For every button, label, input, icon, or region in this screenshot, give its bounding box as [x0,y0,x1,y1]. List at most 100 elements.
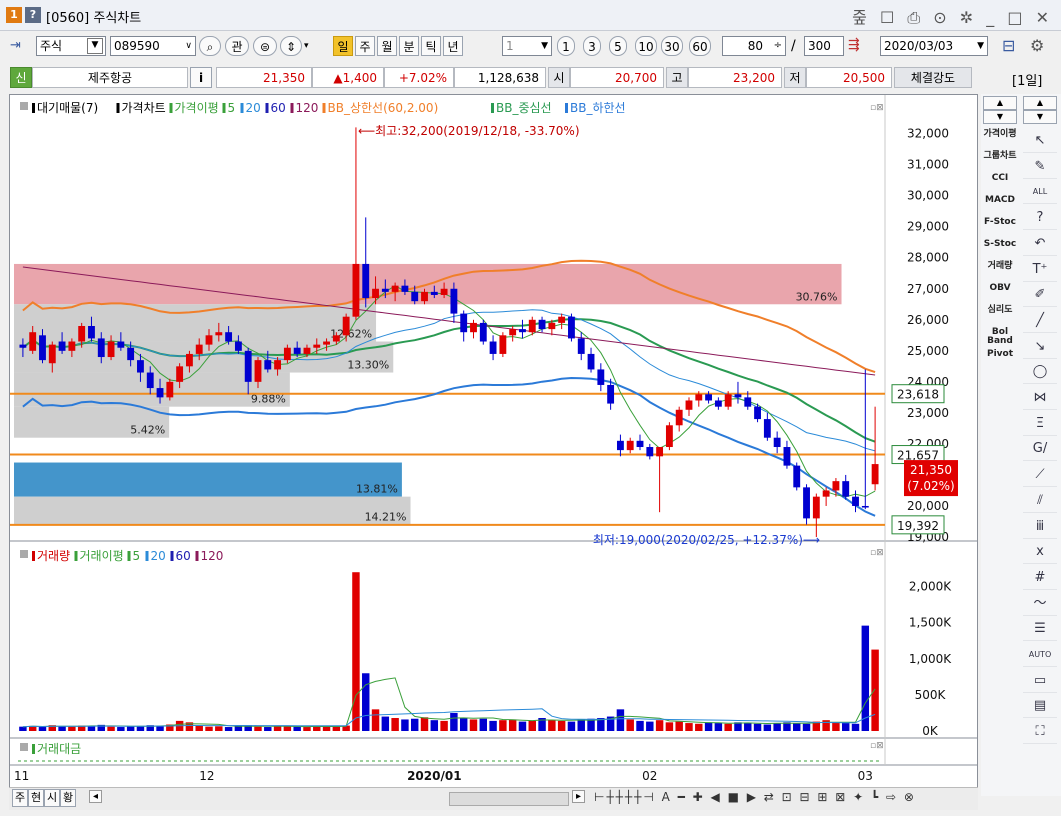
drawing-tool-icon[interactable]: T⁺ [1023,259,1057,282]
drawing-tool-icon[interactable]: # [1023,567,1057,590]
indicator-button[interactable]: 그룹차트 [983,152,1017,161]
volume-bar [744,723,752,731]
fetch-more-icon[interactable]: ⇶ [848,37,860,53]
bottom-tab[interactable]: 황 [60,789,76,807]
market-select[interactable]: 주식 ▼ [36,36,106,56]
indicator-button[interactable]: MACD [983,196,1017,205]
volume-bar [636,720,644,731]
scroll-right-icon[interactable]: ▸ [572,790,586,803]
indicator-button[interactable]: OBV [983,284,1017,293]
drawing-tool-icon[interactable]: ◯ [1023,361,1057,385]
drawing-tool-icon[interactable]: ↖ [1023,130,1057,153]
watchlist-button[interactable]: 관 [225,36,249,56]
drawing-tool-icon[interactable]: ⅹ [1023,541,1057,565]
stock-code-input[interactable]: 089590 ∨ [110,36,196,56]
indicator-button[interactable]: Pivot [983,350,1017,359]
gear-icon[interactable]: ⚙ [1030,36,1044,55]
current-price: 21,350 [216,67,312,88]
period-tab[interactable]: 일 [333,36,353,56]
help-icon[interactable]: ? [25,7,41,23]
save-chart-icon[interactable]: ⊟ [1002,36,1015,55]
tools-down-icon[interactable]: ▼ [1023,110,1057,124]
strength-label[interactable]: 체결강도 [894,67,972,88]
info-button[interactable]: i [190,67,212,88]
interval-select[interactable]: 1 ▼ [502,36,552,56]
price-tick-label: 20,000 [907,499,949,513]
stock-chart[interactable]: 30.76%12.62%13.30%9.88%5.42%13.81%14.21%… [10,95,977,795]
drawing-tool-icon[interactable]: ⋈ [1023,387,1057,410]
drawing-tool-icon[interactable]: ⫽ [1023,490,1057,513]
period-tab[interactable]: 주 [355,36,375,56]
scroll-left-icon[interactable]: ◂ [89,790,103,803]
drawing-tool-icon[interactable]: AUTO [1023,644,1057,667]
drawing-tool-icon[interactable]: ⟋ [1023,464,1057,488]
period-tab[interactable]: 년 [443,36,463,56]
volume-bar [567,721,576,731]
interval-button[interactable]: 60 [689,36,711,56]
period-tab[interactable]: 틱 [421,36,441,56]
candle-body [430,291,438,295]
drawing-tool-icon[interactable]: G/ [1023,438,1057,462]
count-input[interactable]: 80 ÷ [722,36,786,56]
drawing-tool-icon[interactable]: ALL [1023,181,1057,205]
candle-body [793,465,801,488]
chart-scrollbar[interactable] [449,792,569,806]
candle-body [303,347,311,354]
price-change: ▲1,400 [312,67,384,88]
chart-area[interactable]: 30.76% 12.62% 13.30% 9.88% 5.42% 13.81% 14.21%… [9,94,978,796]
stock-name[interactable]: 제주항공 [32,67,188,88]
candle-body [597,369,605,385]
supply-band-label: 14.21% [365,511,407,524]
volume-bar [352,572,360,731]
drawing-tool-icon[interactable]: ↘ [1023,336,1057,359]
indicator-button[interactable]: F-Stoc [983,218,1017,227]
date-select[interactable]: 2020/03/03 ▼ [880,36,988,56]
indicator-button[interactable]: S-Stoc [983,240,1017,249]
indicator-button[interactable]: 심리도 [983,306,1017,315]
legend-entry: 가격차트 [122,101,166,115]
window-controls[interactable]: 줖 ☐ ⎙ ⊙ ✲ _ □ ✕ [852,4,1053,28]
bottom-tab[interactable]: 현 [28,789,44,807]
drawing-tool-icon[interactable]: ▤ [1023,695,1057,719]
indicator-button[interactable]: Bol Band [983,328,1017,346]
volume-bar [489,720,497,731]
total-count-input[interactable]: 300 [804,36,844,56]
drawing-tool-icon[interactable]: ↶ [1023,233,1057,256]
drawing-tool-icon[interactable]: ☰ [1023,618,1057,642]
interval-button[interactable]: 10 [635,36,657,56]
bottom-tab[interactable]: 시 [44,789,60,807]
drawing-tool-icon[interactable]: ▭ [1023,670,1057,693]
link-icon[interactable]: ⇥ [10,38,21,53]
indicator-button[interactable]: CCI [983,174,1017,183]
scroll-down-icon[interactable]: ▼ [983,110,1017,124]
bottom-tab[interactable]: 주 [12,789,28,807]
window-number-badge[interactable]: 1 [6,7,22,23]
tools-up-icon[interactable]: ▲ [1023,96,1057,110]
drawing-tool-icon[interactable]: Ξ [1023,413,1057,436]
interval-button[interactable]: 1 [557,36,575,56]
drawing-tool-icon[interactable]: ╱ [1023,310,1057,333]
period-tab[interactable]: 월 [377,36,397,56]
drawing-tool-icon[interactable]: ⛶ [1023,721,1057,745]
legend-swatch [170,551,174,561]
indicator-button[interactable]: 거래량 [983,262,1017,271]
scroll-up-icon[interactable]: ▲ [983,96,1017,110]
drawing-tool-icon[interactable]: ? [1023,207,1057,231]
drawing-tool-icon[interactable]: ⅲ [1023,516,1057,539]
legend-swatch [116,103,120,113]
updown-icon[interactable]: ⇕ [280,36,302,56]
indicator-button[interactable]: 가격이평 [983,130,1017,139]
dropdown-icon[interactable]: ▾ [304,41,309,51]
drawing-tool-icon[interactable]: ✐ [1023,284,1057,308]
interval-button[interactable]: 5 [609,36,627,56]
interval-button[interactable]: 3 [583,36,601,56]
period-tab[interactable]: 분 [399,36,419,56]
chart-zoom-tools[interactable]: ⊢┼┼┼┼⊣ A ━ ✚ ◀ ■ ▶ ⇄ ⊡ ⊟ ⊞ ⊠ ✦ ┗ ⇨ ⊗ [594,790,916,804]
search-icon[interactable]: ⌕ [199,36,221,56]
candle-body [293,347,301,354]
interval-button[interactable]: 30 [661,36,683,56]
drawing-tool-icon[interactable]: ✎ [1023,156,1057,179]
settings-icon[interactable]: ⊜ [253,36,277,56]
price-tick-label: 29,000 [907,220,949,234]
drawing-tool-icon[interactable]: 〜 [1023,593,1057,616]
